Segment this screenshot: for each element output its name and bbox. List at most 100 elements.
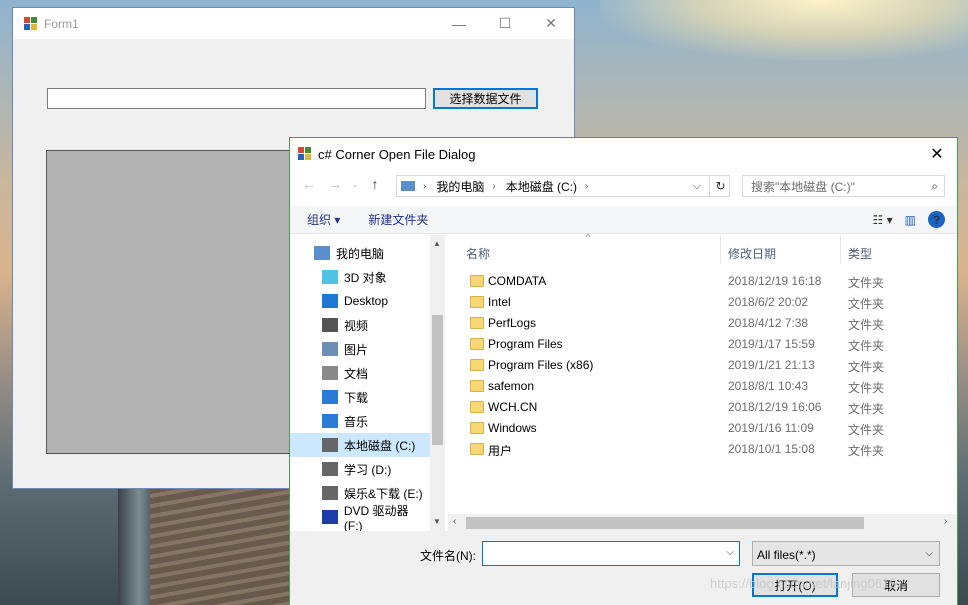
dialog-title: c# Corner Open File Dialog	[318, 146, 476, 162]
new-folder-button[interactable]: 新建文件夹	[368, 211, 428, 228]
nav-item[interactable]: 学习 (D:)	[290, 457, 430, 481]
file-row[interactable]: Program Files 2019/1/17 15:59 文件夹	[448, 334, 957, 355]
drive-icon	[322, 486, 338, 500]
file-date: 2018/6/2 20:02	[728, 295, 809, 309]
nav-item[interactable]: 3D 对象	[290, 265, 430, 289]
file-row[interactable]: COMDATA 2018/12/19 16:18 文件夹	[448, 271, 957, 292]
nav-item-label: Desktop	[344, 294, 389, 308]
nav-item-label: 图片	[344, 342, 369, 357]
minimize-icon[interactable]: —	[436, 8, 482, 39]
refresh-icon[interactable]: ↻	[709, 175, 731, 197]
preview-pane-icon[interactable]: ▥	[905, 213, 916, 227]
watermark: https://blog.csdn.net/lanjing0615	[710, 576, 897, 591]
nav-item[interactable]: 我的电脑	[290, 241, 430, 265]
forward-arrow-icon[interactable]: →	[322, 176, 348, 192]
folder-icon	[470, 275, 484, 287]
nav-item[interactable]: 图片	[290, 337, 430, 361]
music-icon	[322, 414, 338, 428]
file-type: 文件夹	[848, 402, 885, 416]
chevron-down-icon[interactable]: ⌵	[693, 180, 701, 193]
file-row[interactable]: Windows 2019/1/16 11:09 文件夹	[448, 418, 957, 439]
column-type-header[interactable]: 类型	[848, 245, 872, 262]
nav-item-label: 下载	[344, 390, 369, 405]
breadcrumb-my-computer[interactable]: 我的电脑	[436, 178, 484, 195]
nav-item[interactable]: 文档	[290, 361, 430, 385]
drive-icon	[322, 462, 338, 476]
navigation-pane: 我的电脑 3D 对象 Desktop 视频图片文档下载音乐本地磁盘 (C:) 学习 (D…	[290, 235, 445, 533]
breadcrumb-local-disk[interactable]: 本地磁盘 (C:)	[506, 178, 577, 195]
file-row[interactable]: Program Files (x86) 2019/1/21 21:13 文件夹	[448, 355, 957, 376]
chevron-right-icon: ›	[585, 180, 589, 192]
hscroll-thumb[interactable]	[466, 517, 864, 529]
filter-value: All files(*.*)	[757, 548, 816, 562]
scroll-right-icon[interactable]: ›	[944, 516, 947, 527]
file-row[interactable]: Intel 2018/6/2 20:02 文件夹	[448, 292, 957, 313]
folder-icon	[470, 296, 484, 308]
dialog-close-icon[interactable]: ✕	[917, 144, 957, 164]
nav-scrollbar[interactable]: ▲ ▼	[430, 235, 445, 531]
file-name: Intel	[488, 295, 511, 309]
close-icon[interactable]: ✕	[528, 8, 574, 39]
address-bar[interactable]: › 我的电脑 › 本地磁盘 (C:) › ⌵	[396, 175, 730, 197]
file-type: 文件夹	[848, 423, 885, 437]
column-name-header[interactable]: 名称	[466, 245, 490, 262]
folder-icon	[470, 359, 484, 371]
file-name: safemon	[488, 379, 535, 393]
document-icon	[322, 366, 338, 380]
nav-item[interactable]: Desktop	[290, 289, 430, 313]
search-box[interactable]: 搜索"本地磁盘 (C:)" ⌕	[742, 175, 945, 197]
maximize-icon[interactable]: ☐	[482, 8, 528, 39]
file-type: 文件夹	[848, 318, 885, 332]
file-list-hscrollbar[interactable]: ‹ ›	[448, 514, 957, 531]
drive-icon	[322, 438, 338, 452]
view-options-icon[interactable]: ☷ ▾	[873, 213, 893, 227]
file-date: 2018/4/12 7:38	[728, 316, 809, 330]
file-name: PerfLogs	[488, 316, 537, 330]
folder-icon	[470, 443, 484, 455]
scroll-down-icon[interactable]: ▼	[433, 517, 441, 526]
form1-titlebar[interactable]: Form1 — ☐ ✕	[13, 8, 574, 39]
select-data-file-button[interactable]: 选择数据文件	[433, 88, 538, 109]
file-row[interactable]: 用户 2018/10/1 15:08 文件夹	[448, 439, 957, 460]
nav-item[interactable]: 下载	[290, 385, 430, 409]
recent-dropdown-icon[interactable]: ⌄	[348, 179, 362, 190]
dialog-titlebar[interactable]: c# Corner Open File Dialog ✕	[290, 138, 957, 170]
nav-item[interactable]: 音乐	[290, 409, 430, 433]
nav-item-label: 音乐	[344, 414, 369, 429]
file-date: 2018/8/1 10:43	[728, 379, 809, 393]
help-icon[interactable]: ?	[928, 211, 945, 228]
nav-item[interactable]: 视频	[290, 313, 430, 337]
column-date-header[interactable]: 修改日期	[728, 245, 776, 262]
organize-button[interactable]: 组织 ▾	[307, 211, 340, 228]
file-date: 2018/12/19 16:18	[728, 274, 822, 288]
scroll-up-icon[interactable]: ▲	[433, 239, 441, 248]
back-arrow-icon[interactable]: ←	[296, 176, 322, 192]
filename-label: 文件名(N):	[420, 549, 476, 563]
file-type: 文件夹	[848, 444, 885, 458]
chevron-down-icon[interactable]: ⌵	[726, 547, 734, 558]
file-row[interactable]: PerfLogs 2018/4/12 7:38 文件夹	[448, 313, 957, 334]
nav-item[interactable]: DVD 驱动器 (F:)	[290, 504, 430, 533]
nav-item-label: 娱乐&下载 (E:)	[344, 486, 423, 501]
file-date: 2018/12/19 16:06	[728, 400, 822, 414]
computer-icon	[314, 246, 330, 260]
scroll-left-icon[interactable]: ‹	[453, 516, 456, 527]
sort-arrow-icon: ^	[586, 232, 591, 242]
file-date: 2019/1/21 21:13	[728, 358, 815, 372]
file-row[interactable]: safemon 2018/8/1 10:43 文件夹	[448, 376, 957, 397]
file-type: 文件夹	[848, 339, 885, 353]
file-name: Windows	[488, 421, 537, 435]
nav-item[interactable]: 本地磁盘 (C:)	[290, 433, 430, 457]
nav-scroll-thumb[interactable]	[432, 315, 443, 445]
file-type-filter[interactable]: All files(*.*) ⌵	[752, 541, 940, 566]
filename-input[interactable]: ⌵	[482, 541, 740, 566]
dialog-bottom-panel: 文件名(N): ⌵ All files(*.*) ⌵ 打开(O) 取消	[290, 531, 957, 605]
folder-icon	[470, 401, 484, 413]
desktop-icon	[322, 294, 338, 308]
path-textbox[interactable]	[47, 88, 426, 109]
search-icon: ⌕	[931, 178, 938, 193]
file-type: 文件夹	[848, 276, 885, 290]
file-row[interactable]: WCH.CN 2018/12/19 16:06 文件夹	[448, 397, 957, 418]
dialog-app-icon	[298, 147, 312, 161]
up-arrow-icon[interactable]: ↑	[362, 176, 388, 192]
